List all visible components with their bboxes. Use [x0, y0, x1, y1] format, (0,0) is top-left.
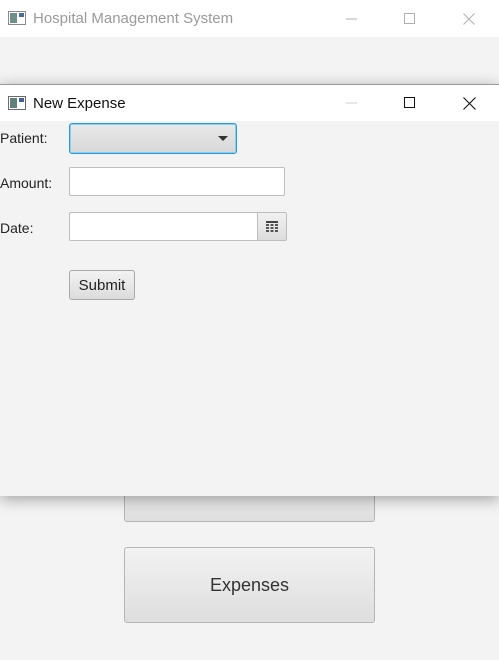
maximize-icon: [404, 97, 415, 108]
minimize-icon: [346, 102, 357, 104]
main-titlebar: Hospital Management System: [0, 0, 499, 37]
patient-combobox[interactable]: [69, 123, 237, 154]
dialog-titlebar: New Expense: [0, 85, 499, 121]
date-picker-button[interactable]: [257, 212, 287, 241]
main-close-button[interactable]: [446, 0, 492, 37]
amount-label: Amount:: [0, 175, 53, 191]
dialog-title: New Expense: [33, 95, 126, 112]
submit-button[interactable]: Submit: [69, 270, 135, 300]
new-expense-dialog: New Expense Patient: Amount: Date: Submi…: [0, 84, 499, 496]
chevron-down-icon: [218, 136, 228, 141]
minimize-icon: [346, 18, 357, 19]
main-minimize-button[interactable]: [329, 0, 375, 37]
maximize-icon: [404, 12, 415, 24]
amount-field[interactable]: [69, 167, 285, 196]
app-window-icon: [8, 96, 26, 110]
date-label: Date:: [0, 220, 34, 236]
dialog-minimize-button[interactable]: [329, 85, 375, 121]
dialog-close-button[interactable]: [446, 85, 492, 121]
expenses-button[interactable]: Expenses: [124, 547, 375, 623]
date-field[interactable]: [69, 212, 257, 241]
close-icon: [462, 96, 476, 110]
dialog-maximize-button[interactable]: [387, 85, 433, 121]
calendar-icon: [266, 221, 278, 232]
main-maximize-button[interactable]: [387, 0, 433, 37]
app-window-icon: [8, 11, 26, 25]
patient-label: Patient:: [0, 130, 48, 146]
main-window-title: Hospital Management System: [33, 10, 234, 27]
close-icon: [463, 12, 475, 25]
